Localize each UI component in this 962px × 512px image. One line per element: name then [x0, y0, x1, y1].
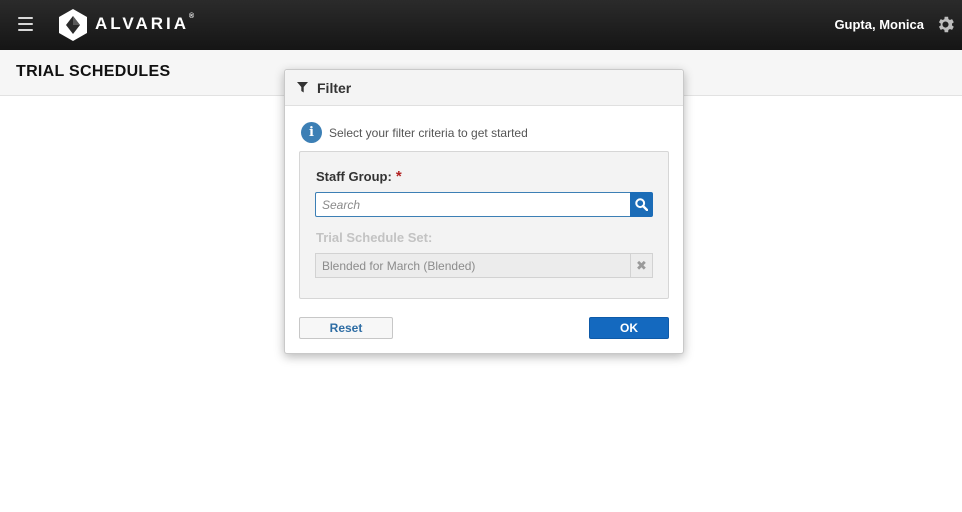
search-icon	[635, 198, 648, 211]
info-text: Select your filter criteria to get start…	[329, 126, 528, 140]
close-x-icon: ✖	[636, 258, 647, 273]
gear-icon[interactable]	[935, 14, 956, 35]
staff-group-search-input[interactable]	[315, 192, 631, 217]
filter-criteria-panel: Staff Group:* Trial Schedule Set: Blende…	[299, 151, 669, 299]
required-marker: *	[395, 168, 402, 185]
brand-text: ALVARIA	[95, 14, 190, 33]
brand-name: ALVARIA®	[95, 13, 195, 34]
staff-group-label-text: Staff Group:	[316, 169, 392, 184]
filter-funnel-icon	[297, 82, 308, 93]
top-navigation-bar: ALVARIA® Gupta, Monica	[0, 0, 962, 50]
info-icon: i	[301, 122, 322, 143]
filter-dialog: Filter i Select your filter criteria to …	[284, 69, 684, 354]
registered-mark: ®	[189, 13, 195, 20]
reset-button[interactable]: Reset	[299, 317, 393, 339]
dialog-header: Filter	[285, 70, 683, 106]
search-button[interactable]	[630, 192, 653, 217]
ok-button[interactable]: OK	[589, 317, 669, 339]
staff-group-label: Staff Group: *	[316, 168, 402, 185]
trial-schedule-set-field: Blended for March (Blended)	[315, 253, 631, 278]
clear-button: ✖	[630, 253, 653, 278]
hamburger-menu-icon[interactable]	[18, 17, 33, 31]
user-name[interactable]: Gupta, Monica	[834, 17, 924, 32]
dialog-title: Filter	[317, 80, 352, 96]
alvaria-logo-icon	[59, 9, 87, 41]
trial-schedule-set-label: Trial Schedule Set:	[316, 230, 433, 245]
page-title: TRIAL SCHEDULES	[16, 63, 171, 80]
